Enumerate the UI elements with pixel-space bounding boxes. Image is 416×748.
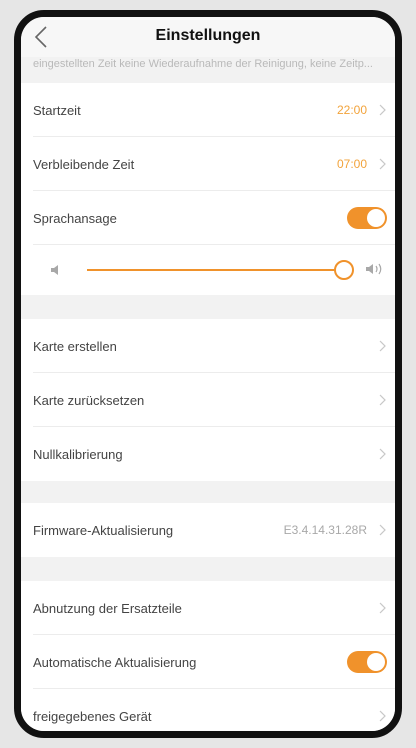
remaining-time-row[interactable]: Verbleibende Zeit 07:00 [21,137,395,191]
shared-device-label: freigegebenes Gerät [33,708,152,724]
voice-announcement-toggle[interactable] [347,207,387,229]
chevron-right-icon [379,104,386,116]
section-gap [21,295,395,319]
chevron-right-icon [379,602,386,614]
volume-slider-row [21,245,395,295]
voice-announcement-row: Sprachansage [21,191,395,245]
volume-slider-thumb[interactable] [334,260,354,280]
parts-wear-label: Abnutzung der Ersatzteile [33,600,182,616]
toggle-knob [367,653,385,671]
zero-calibration-row[interactable]: Nullkalibrierung [21,427,395,481]
chevron-right-icon [379,394,386,406]
reset-map-label: Karte zurücksetzen [33,392,145,408]
settings-list: Startzeit 22:00 Verbleibende Zeit 07:00 … [21,83,395,731]
auto-update-label: Automatische Aktualisierung [33,654,197,670]
remaining-time-value: 07:00 [336,157,367,171]
create-map-row[interactable]: Karte erstellen [21,319,395,373]
remaining-time-label: Verbleibende Zeit [33,156,135,172]
shared-device-row[interactable]: freigegebenes Gerät [21,689,395,731]
section-gap [21,557,395,581]
chevron-right-icon [379,448,386,460]
reset-map-row[interactable]: Karte zurücksetzen [21,373,395,427]
chevron-right-icon [379,710,386,722]
chevron-right-icon [379,524,386,536]
volume-slider-fill [87,269,343,271]
firmware-update-row[interactable]: Firmware-Aktualisierung E3.4.14.31.28R [21,503,395,557]
firmware-update-label: Firmware-Aktualisierung [33,522,174,538]
zero-calibration-label: Nullkalibrierung [33,446,123,462]
start-time-value: 22:00 [336,103,367,117]
volume-low-icon [51,265,58,275]
start-time-label: Startzeit [33,102,81,118]
nav-header: Einstellungen [21,17,395,57]
chevron-right-icon [379,340,386,352]
toggle-knob [367,209,385,227]
create-map-label: Karte erstellen [33,338,117,354]
start-time-row[interactable]: Startzeit 22:00 [21,83,395,137]
phone-frame: Einstellungen eingestellten Zeit keine W… [14,10,402,738]
settings-screen: Einstellungen eingestellten Zeit keine W… [21,17,395,731]
volume-slider-track[interactable] [87,260,354,280]
page-title: Einstellungen [155,27,261,44]
auto-update-row: Automatische Aktualisierung [21,635,395,689]
chevron-right-icon [379,158,386,170]
parts-wear-row[interactable]: Abnutzung der Ersatzteile [21,581,395,635]
schedule-notice: eingestellten Zeit keine Wiederaufnahme … [33,58,373,70]
voice-announcement-label: Sprachansage [33,210,117,226]
volume-high-icon [366,263,382,275]
firmware-version: E3.4.14.31.28R [283,523,367,537]
section-gap [21,481,395,503]
auto-update-toggle[interactable] [347,651,387,673]
